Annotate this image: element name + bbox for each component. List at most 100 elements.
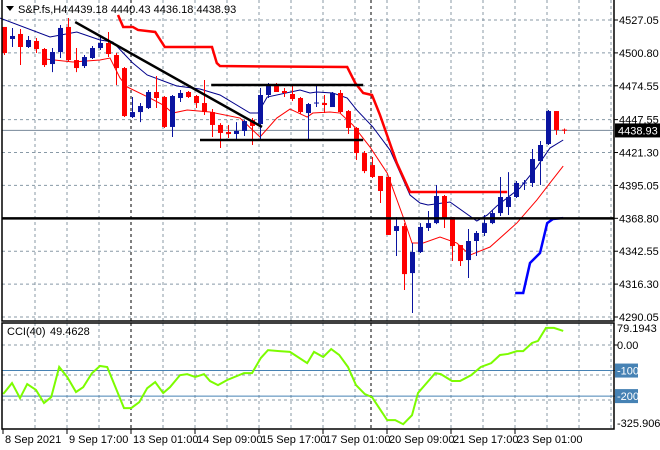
candle-bearish: [282, 87, 287, 98]
grid: [2, 0, 614, 429]
candle-body: [322, 103, 327, 106]
candle-bearish: [402, 223, 407, 290]
candle-bullish: [26, 35, 31, 49]
candle-bullish: [234, 122, 239, 140]
cci-panel-border: [1, 322, 615, 430]
candle-body: [98, 42, 103, 49]
candle-bearish: [562, 128, 567, 134]
candle-bearish: [42, 48, 47, 68]
candle-bearish: [186, 90, 191, 99]
candle-bearish: [338, 89, 343, 114]
candle-body: [202, 103, 207, 113]
candle-body: [498, 197, 503, 214]
candle-bearish: [18, 28, 23, 66]
candle-body: [226, 131, 231, 134]
candle-body: [506, 197, 511, 208]
candle-body: [466, 240, 471, 261]
candle-bullish: [50, 48, 55, 73]
candle-body: [66, 26, 71, 61]
candle-body: [74, 60, 79, 69]
candle-body: [242, 121, 247, 131]
candle-body: [450, 217, 455, 247]
candle-body: [378, 175, 383, 191]
candle-bullish: [90, 46, 95, 60]
candle-body: [162, 97, 167, 127]
candle-bullish: [82, 55, 87, 69]
time-tick-label: 13 Sep 01:00: [133, 434, 198, 446]
candle-bullish: [306, 103, 311, 139]
candle-bullish: [242, 120, 247, 136]
cci-value: 49.4628: [50, 326, 90, 338]
candle-body: [402, 226, 407, 275]
axes: 4527.054500.804474.554447.554421.304395.…: [2, 15, 660, 446]
candle-bullish: [514, 180, 519, 199]
cci-tick-label: -100: [617, 366, 639, 378]
time-tick-label: 8 Sep 2021: [5, 434, 61, 446]
time-tick-label: 17 Sep 01:00: [325, 434, 390, 446]
candle-body: [474, 232, 479, 241]
candle-body: [34, 40, 39, 50]
price-tick-label: 4500.80: [619, 48, 659, 60]
candle-bullish: [546, 110, 551, 146]
symbol-timeframe: S&P.fs,H4: [18, 4, 67, 16]
candle-bullish: [314, 84, 319, 108]
candles: [2, 18, 567, 314]
candle-bullish: [330, 91, 335, 108]
cci-tick-label: -325.9062: [617, 418, 660, 430]
candle-body: [58, 27, 63, 53]
candle-bearish: [154, 75, 159, 109]
candle-body: [186, 91, 191, 98]
trendline-line[interactable]: [74, 20, 263, 129]
candle-bearish: [458, 245, 463, 267]
candle-body: [26, 39, 31, 48]
cci-tick-label: -200: [617, 391, 639, 403]
candle-body: [530, 159, 535, 183]
price-tick-label: 4395.05: [619, 180, 659, 192]
candle-body: [482, 223, 487, 233]
candle-body: [298, 98, 303, 113]
price-tick-label: 4368.80: [619, 213, 659, 225]
candle-body: [554, 111, 559, 130]
cci-line: [2, 326, 564, 426]
current-price-label: 4438.93: [618, 125, 658, 137]
candle-body: [178, 92, 183, 99]
candle-body: [426, 223, 431, 228]
cci-tick-label: 79.1943: [617, 323, 657, 335]
candle-body: [306, 104, 311, 114]
candle-bearish: [210, 109, 215, 137]
candle-body: [122, 68, 127, 117]
candle-body: [50, 52, 55, 65]
candle-body: [282, 90, 287, 93]
candle-bearish: [162, 96, 167, 128]
price-chart[interactable]: 4527.054500.804474.554447.554421.304395.…: [0, 0, 660, 450]
cci-header: CCI(40) 49.4628: [7, 326, 90, 338]
lower-channel-line: [515, 216, 564, 295]
candle-body: [10, 35, 15, 39]
candle-body: [90, 48, 95, 59]
candle-bearish: [362, 151, 367, 174]
candle-bearish: [370, 157, 375, 178]
candle-body: [394, 226, 399, 231]
candle-body: [106, 42, 111, 55]
candle-body: [330, 92, 335, 108]
candle-bearish: [202, 79, 207, 116]
dropdown-triangle-icon[interactable]: [6, 6, 14, 11]
cci-panel: [2, 326, 618, 426]
candle-bullish: [410, 243, 415, 314]
candle-body: [234, 130, 239, 134]
time-tick-label: 14 Sep 09:00: [197, 434, 262, 446]
time-tick-label: 23 Sep 01:00: [517, 434, 582, 446]
price-tick-label: 4421.30: [619, 148, 659, 160]
candle-body: [194, 96, 199, 104]
price-tick-label: 4342.55: [619, 246, 659, 258]
candle-bearish: [106, 31, 111, 58]
candle-bearish: [298, 97, 303, 115]
candle-body: [418, 226, 423, 253]
candle-bearish: [122, 67, 127, 118]
candle-bullish: [506, 172, 511, 216]
candle-body: [290, 93, 295, 100]
candle-bullish: [538, 140, 543, 185]
candle-bullish: [466, 228, 471, 278]
candle-bearish: [554, 111, 559, 135]
candle-body: [338, 92, 343, 113]
